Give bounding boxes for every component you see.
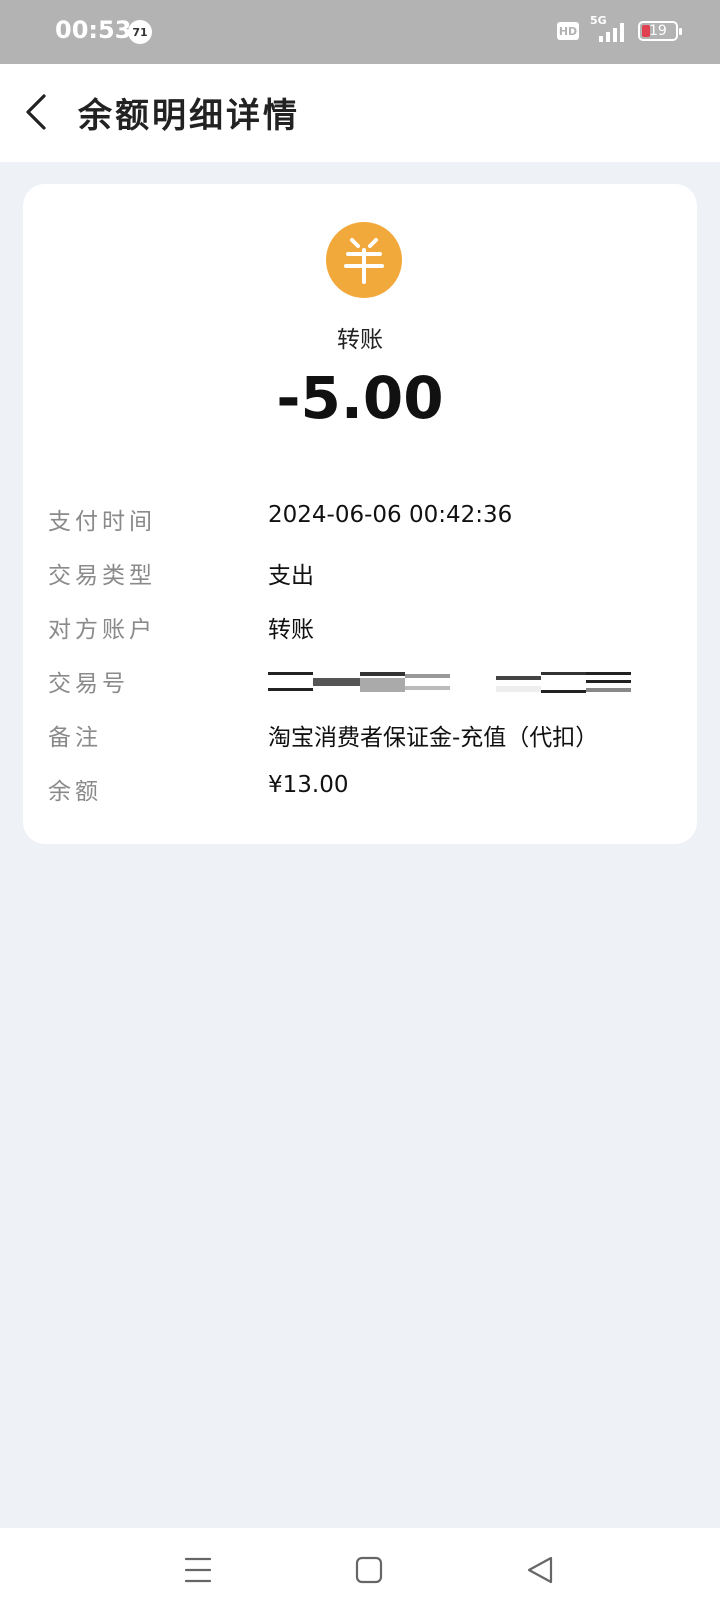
page-title: 余额明细详情	[78, 96, 300, 136]
detail-value: 转账	[268, 617, 314, 643]
redacted-transaction-number	[268, 672, 631, 693]
detail-row-pay-time: 支付时间 2024-06-06 00:42:36	[23, 502, 697, 542]
battery-level: 19	[649, 23, 667, 39]
detail-row-tx-number: 交易号	[23, 664, 697, 704]
detail-label: 支付时间	[48, 509, 156, 535]
transaction-type: 转账	[337, 327, 383, 353]
hd-icon: HD	[557, 22, 579, 40]
transaction-card: 转账 -5.00 支付时间 2024-06-06 00:42:36 交易类型 支…	[23, 184, 697, 844]
detail-label: 备注	[48, 725, 102, 751]
detail-value: 淘宝消费者保证金-充值（代扣）	[268, 725, 599, 751]
transaction-amount: -5.00	[276, 364, 444, 432]
detail-label: 交易号	[48, 671, 129, 697]
detail-label: 余额	[48, 779, 102, 805]
signal-icon	[597, 22, 629, 42]
detail-row-tx-type: 交易类型 支出	[23, 556, 697, 596]
detail-value: 2024-06-06 00:42:36	[268, 502, 513, 528]
app-header: 余额明细详情	[0, 64, 720, 162]
chevron-left-icon[interactable]	[22, 92, 52, 132]
notification-badge: 71	[128, 20, 152, 44]
status-time: 00:53	[55, 16, 132, 44]
detail-value: ¥13.00	[268, 772, 349, 798]
status-bar: 00:53 71 HD 5G 19	[0, 0, 720, 64]
detail-label: 交易类型	[48, 563, 156, 589]
detail-row-remark: 备注 淘宝消费者保证金-充值（代扣）	[23, 718, 697, 758]
detail-row-balance: 余额 ¥13.00	[23, 772, 697, 812]
battery-icon: 19	[638, 21, 682, 41]
back-triangle-icon[interactable]	[521, 1550, 561, 1590]
detail-row-counterparty: 对方账户 转账	[23, 610, 697, 650]
menu-icon[interactable]	[178, 1550, 218, 1590]
home-square-icon[interactable]	[349, 1550, 389, 1590]
yuan-icon	[326, 222, 402, 298]
system-nav-bar	[0, 1528, 720, 1612]
detail-label: 对方账户	[48, 617, 156, 643]
detail-value: 支出	[268, 563, 314, 589]
